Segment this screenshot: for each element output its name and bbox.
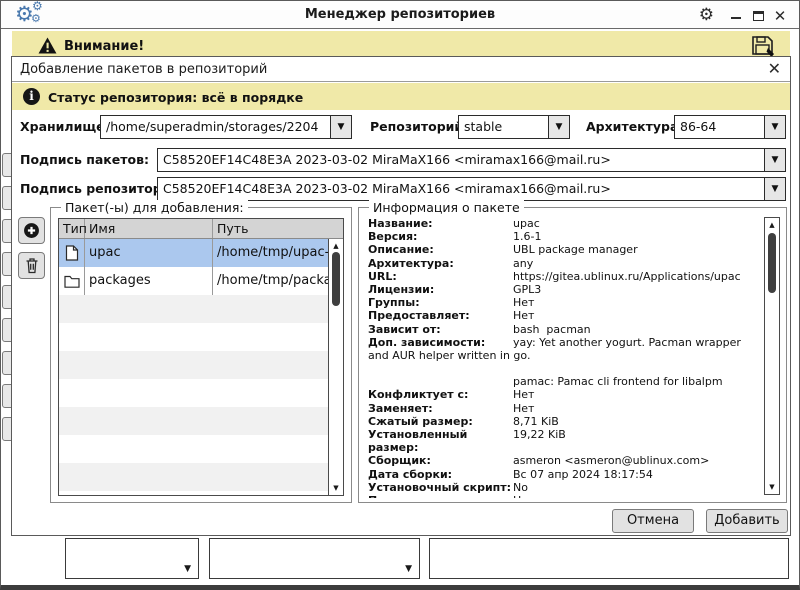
packages-scrollbar[interactable]: ▲ ▼ bbox=[328, 239, 343, 495]
scroll-down-icon[interactable]: ▼ bbox=[765, 483, 779, 491]
package-info-list: Название:upac Версия:1.6-1 Описание:UBL … bbox=[368, 217, 754, 498]
chevron-down-icon[interactable]: ▼ bbox=[764, 178, 785, 200]
save-signed-icon[interactable] bbox=[749, 32, 776, 59]
info-scrollbar[interactable]: ▲ ▼ bbox=[764, 217, 780, 495]
add-package-button[interactable] bbox=[18, 217, 45, 244]
dialog-title: Добавление пакетов в репозиторий bbox=[20, 62, 267, 77]
repository-signature-select[interactable]: C58520EF14C48E3A 2023-03-02 MiraMaX166 <… bbox=[157, 177, 786, 201]
background-dropdown[interactable]: ▼ bbox=[65, 538, 199, 579]
architecture-select[interactable]: 86-64 ▼ bbox=[674, 115, 786, 139]
chevron-down-icon: ▼ bbox=[405, 564, 412, 574]
add-packages-dialog: Добавление пакетов в репозиторий ✕ i Ста… bbox=[11, 56, 791, 536]
maximize-button[interactable] bbox=[751, 9, 765, 23]
window-title: Менеджер репозиториев bbox=[1, 7, 799, 22]
remove-package-button[interactable] bbox=[18, 252, 45, 279]
packages-legend: Пакет(-ы) для добавления: bbox=[61, 200, 248, 215]
chevron-down-icon[interactable]: ▼ bbox=[330, 116, 351, 138]
warning-text: Внимание! bbox=[64, 39, 144, 54]
close-window-button[interactable]: ✕ bbox=[773, 9, 787, 23]
storage-select[interactable]: /home/superadmin/storages/2204 ▼ bbox=[100, 115, 352, 139]
trash-icon bbox=[24, 257, 40, 274]
plus-icon bbox=[23, 222, 40, 239]
cancel-button[interactable]: Отмена bbox=[612, 509, 694, 533]
table-row[interactable]: packages /home/tmp/packages bbox=[59, 267, 329, 295]
chevron-down-icon[interactable]: ▼ bbox=[764, 116, 785, 138]
chevron-down-icon[interactable]: ▼ bbox=[764, 149, 785, 171]
packages-groupbox: Пакет(-ы) для добавления: Тип Имя Путь u… bbox=[50, 207, 352, 503]
settings-gear-icon[interactable]: ⚙ bbox=[699, 5, 714, 25]
scroll-down-icon[interactable]: ▼ bbox=[329, 484, 343, 492]
background-panel bbox=[429, 538, 789, 579]
scroll-up-icon[interactable]: ▲ bbox=[329, 242, 343, 250]
status-text: Статус репозитория: всё в порядке bbox=[48, 90, 303, 105]
storage-label: Хранилище: bbox=[20, 115, 110, 139]
packages-signature-select[interactable]: C58520EF14C48E3A 2023-03-02 MiraMaX166 <… bbox=[157, 148, 786, 172]
add-button[interactable]: Добавить bbox=[706, 509, 788, 533]
titlebar: ⚙⚙⚙ Менеджер репозиториев ⚙ ✕ bbox=[1, 1, 799, 29]
chevron-down-icon: ▼ bbox=[184, 564, 191, 574]
info-icon: i bbox=[23, 88, 40, 105]
background-dropdown[interactable]: ▼ bbox=[209, 538, 420, 579]
minimize-button[interactable] bbox=[729, 9, 743, 23]
table-row[interactable]: upac /home/tmp/upac-1.6-1-any bbox=[59, 239, 329, 267]
package-info-groupbox: Информация о пакете Название:upac Версия… bbox=[358, 207, 787, 503]
packages-table: Тип Имя Путь upac /home/tmp/upac-1.6-1-a… bbox=[58, 218, 344, 496]
dialog-header: Добавление пакетов в репозиторий ✕ bbox=[12, 57, 790, 82]
table-header: Тип Имя Путь bbox=[59, 219, 343, 239]
scroll-up-icon[interactable]: ▲ bbox=[765, 221, 779, 229]
app-window: ⚙⚙⚙ Менеджер репозиториев ⚙ ✕ Внимание! … bbox=[0, 0, 800, 590]
scrollbar-thumb[interactable] bbox=[332, 252, 340, 306]
empty-rows bbox=[59, 295, 329, 495]
file-icon bbox=[59, 239, 85, 267]
warning-icon bbox=[38, 37, 57, 54]
repository-select[interactable]: stable ▼ bbox=[458, 115, 570, 139]
chevron-down-icon[interactable]: ▼ bbox=[548, 116, 569, 138]
scrollbar-thumb[interactable] bbox=[768, 233, 776, 293]
status-banner: i Статус репозитория: всё в порядке bbox=[12, 83, 790, 110]
architecture-label: Архитектура: bbox=[586, 115, 683, 139]
packages-signature-label: Подпись пакетов: bbox=[20, 148, 149, 172]
package-info-legend: Информация о пакете bbox=[369, 200, 524, 215]
dialog-close-button[interactable]: ✕ bbox=[768, 60, 781, 78]
folder-icon bbox=[59, 267, 85, 295]
repository-label: Репозиторий: bbox=[370, 115, 468, 139]
